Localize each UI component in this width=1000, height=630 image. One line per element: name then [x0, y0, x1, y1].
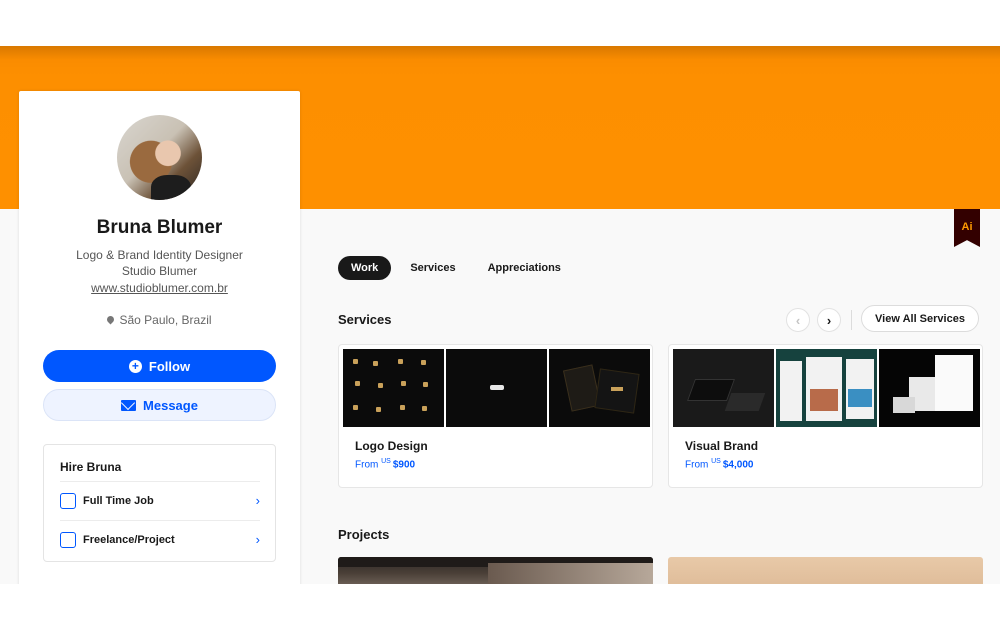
- projects-title: Projects: [338, 527, 390, 542]
- project-card[interactable]: [338, 557, 653, 584]
- thumbnail-image: [446, 349, 547, 427]
- price-currency: US: [381, 458, 391, 465]
- project-card[interactable]: [668, 557, 983, 584]
- service-name: Visual Brand: [685, 439, 759, 453]
- message-button[interactable]: Message: [43, 389, 276, 421]
- chevron-right-icon: ›: [255, 532, 260, 547]
- thumbnail-image: [879, 349, 980, 427]
- plus-circle-icon: +: [128, 359, 142, 373]
- price-amount: $900: [392, 459, 416, 471]
- carousel-prev-button[interactable]: ‹: [786, 308, 810, 332]
- chevron-right-icon: ›: [826, 312, 832, 328]
- thumbnail-image: [549, 349, 650, 427]
- profile-card: Bruna Blumer Logo & Brand Identity Desig…: [19, 91, 300, 584]
- hire-panel: Hire Bruna Full Time Job › Freelance/Pro…: [43, 444, 276, 562]
- price-amount: $4,000: [722, 459, 754, 471]
- services-title: Services: [338, 312, 392, 327]
- service-thumbnails: [343, 349, 650, 427]
- divider: [851, 310, 852, 330]
- location-pin-icon: [106, 314, 116, 325]
- profile-company: Studio Blumer: [121, 264, 198, 278]
- profile-role: Logo & Brand Identity Designer: [76, 248, 243, 262]
- service-name: Logo Design: [355, 439, 428, 453]
- thumbnail-image: [343, 349, 444, 427]
- view-all-services-button[interactable]: View All Services: [861, 305, 979, 332]
- chevron-left-icon: ‹: [795, 312, 801, 328]
- carousel-next-button[interactable]: ›: [817, 308, 841, 332]
- follow-label: Follow: [148, 358, 191, 374]
- tab-work[interactable]: Work: [338, 256, 392, 280]
- price-currency: US: [711, 458, 721, 465]
- hire-option-label: Full Time Job: [83, 494, 154, 507]
- profile-tabs: Work Services Appreciations: [338, 256, 574, 280]
- profile-website-link[interactable]: www.studioblumer.com.br: [19, 281, 300, 295]
- tab-appreciations[interactable]: Appreciations: [475, 256, 574, 280]
- adobe-illustrator-badge[interactable]: Ai: [954, 209, 980, 247]
- service-price: From US $4,000: [685, 458, 753, 470]
- profile-location: São Paulo, Brazil: [19, 313, 300, 327]
- message-label: Message: [143, 397, 198, 413]
- price-prefix: From: [685, 459, 709, 471]
- avatar[interactable]: [117, 115, 202, 200]
- tab-services[interactable]: Services: [397, 256, 468, 280]
- profile-name: Bruna Blumer: [96, 217, 223, 238]
- hire-option-label: Freelance/Project: [83, 533, 175, 546]
- bottom-margin: [0, 584, 1000, 630]
- service-price: From US $900: [355, 458, 415, 470]
- hire-option-freelance[interactable]: Freelance/Project ›: [60, 520, 260, 558]
- thumbnail-image: [776, 349, 877, 427]
- pen-document-icon: [60, 492, 76, 509]
- service-card-logo-design[interactable]: Logo Design From US $900: [338, 344, 653, 488]
- service-thumbnails: [673, 349, 980, 427]
- envelope-icon: [121, 399, 137, 411]
- follow-button[interactable]: + Follow: [43, 350, 276, 382]
- profile-page: Ai Bruna Blumer Logo & Brand Identity De…: [0, 46, 1000, 584]
- clipboard-clock-icon: [60, 531, 76, 548]
- service-card-visual-brand[interactable]: Visual Brand From US $4,000: [668, 344, 983, 488]
- price-prefix: From: [355, 459, 379, 471]
- thumbnail-image: [673, 349, 774, 427]
- hire-option-full-time[interactable]: Full Time Job ›: [60, 481, 260, 519]
- chevron-right-icon: ›: [255, 493, 260, 508]
- location-text: São Paulo, Brazil: [119, 313, 212, 327]
- badge-label: Ai: [961, 221, 973, 233]
- hire-title: Hire Bruna: [60, 460, 122, 474]
